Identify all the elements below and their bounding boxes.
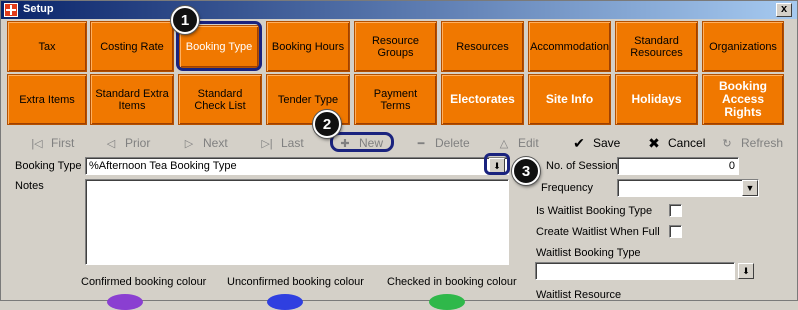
chevron-down-icon: ▼ (745, 183, 755, 193)
prior-button[interactable]: ◁ Prior (103, 134, 151, 152)
refresh-icon: ↻ (722, 137, 732, 150)
waitlist-booking-type-label: Waitlist Booking Type (536, 247, 641, 259)
no-of-sessions-field[interactable]: 0 (617, 157, 739, 175)
tab-accommodation[interactable]: Accommodation (528, 21, 611, 72)
tab-site-info[interactable]: Site Info (528, 74, 611, 125)
cancel-x-icon: ✖ (648, 134, 660, 151)
delete-label: Delete (435, 136, 470, 150)
tab-standard-extra-items[interactable]: Standard Extra Items (90, 74, 174, 125)
edit-icon: △ (499, 137, 509, 150)
no-of-sessions-label: No. of Sessions (546, 160, 624, 172)
step-3-callout: 3 (512, 157, 540, 185)
prior-label: Prior (125, 136, 151, 150)
save-button[interactable]: ✔ Save (571, 134, 620, 152)
edit-label: Edit (518, 136, 539, 150)
next-label: Next (203, 136, 228, 150)
tab-tax[interactable]: Tax (7, 21, 87, 72)
window-title: Setup (23, 3, 54, 15)
tab-costing-rate[interactable]: Costing Rate (90, 21, 174, 72)
cancel-label: Cancel (668, 136, 706, 150)
setup-window: Setup x Tax Costing Rate Booking Type Bo… (0, 0, 798, 310)
confirmed-colour-label: Confirmed booking colour (81, 276, 207, 288)
unconfirmed-colour-swatch[interactable] (267, 294, 303, 310)
tab-holidays[interactable]: Holidays (615, 74, 698, 125)
last-label: Last (281, 136, 304, 150)
confirmed-colour-swatch[interactable] (107, 294, 143, 310)
create-waitlist-checkbox[interactable] (669, 225, 682, 238)
frequency-select[interactable] (617, 179, 759, 197)
next-button[interactable]: ▷ Next (181, 134, 228, 152)
refresh-button[interactable]: ↻ Refresh (719, 134, 783, 152)
first-record-icon: |◁ (31, 137, 43, 150)
checkmark-icon: ✔ (573, 134, 585, 151)
app-icon (4, 3, 18, 17)
unconfirmed-colour-label: Unconfirmed booking colour (227, 276, 364, 288)
step-1-callout: 1 (171, 6, 199, 34)
first-label: First (51, 136, 75, 150)
delete-icon: ━ (417, 137, 425, 150)
title-bar: Setup x (1, 1, 797, 19)
edit-button[interactable]: △ Edit (496, 134, 539, 152)
tab-electorates[interactable]: Electorates (441, 74, 524, 125)
cancel-button[interactable]: ✖ Cancel (646, 134, 705, 152)
prior-record-icon: ◁ (106, 137, 116, 150)
tab-resources[interactable]: Resources (441, 21, 524, 72)
tab-organizations[interactable]: Organizations (702, 21, 784, 72)
highlight-lookup-button (484, 153, 510, 175)
down-arrow-icon: ⬇ (742, 265, 750, 276)
create-waitlist-label: Create Waitlist When Full (536, 226, 660, 238)
step-2-callout: 2 (313, 110, 341, 138)
frequency-dropdown-button[interactable]: ▼ (742, 180, 758, 196)
booking-type-field[interactable]: %Afternoon Tea Booking Type (85, 157, 509, 175)
tab-payment-terms[interactable]: Payment Terms (354, 74, 437, 125)
last-button[interactable]: ▷| Last (259, 134, 304, 152)
last-record-icon: ▷| (261, 137, 273, 150)
highlight-new-button (330, 132, 394, 152)
tab-standard-check-list[interactable]: Standard Check List (178, 74, 262, 125)
notes-label: Notes (15, 180, 44, 192)
save-label: Save (593, 136, 621, 150)
next-record-icon: ▷ (184, 137, 194, 150)
booking-type-label: Booking Type (15, 160, 82, 172)
waitlist-booking-type-field[interactable] (535, 262, 735, 280)
tab-extra-items[interactable]: Extra Items (7, 74, 87, 125)
is-waitlist-label: Is Waitlist Booking Type (536, 205, 653, 217)
first-button[interactable]: |◁ First (29, 134, 74, 152)
tab-booking-hours[interactable]: Booking Hours (266, 21, 350, 72)
waitlist-booking-type-lookup-button[interactable]: ⬇ (738, 263, 754, 279)
tab-resource-groups[interactable]: Resource Groups (354, 21, 437, 72)
waitlist-resource-label: Waitlist Resource (536, 289, 622, 301)
tab-booking-access-rights[interactable]: Booking Access Rights (702, 74, 784, 125)
notes-field[interactable] (85, 179, 509, 265)
close-button[interactable]: x (776, 3, 792, 17)
checked-in-colour-swatch[interactable] (429, 294, 465, 310)
is-waitlist-checkbox[interactable] (669, 204, 682, 217)
refresh-label: Refresh (741, 136, 784, 150)
tab-standard-resources[interactable]: Standard Resources (615, 21, 698, 72)
frequency-label: Frequency (541, 182, 593, 194)
delete-button[interactable]: ━ Delete (413, 134, 470, 152)
checked-in-colour-label: Checked in booking colour (387, 276, 517, 288)
